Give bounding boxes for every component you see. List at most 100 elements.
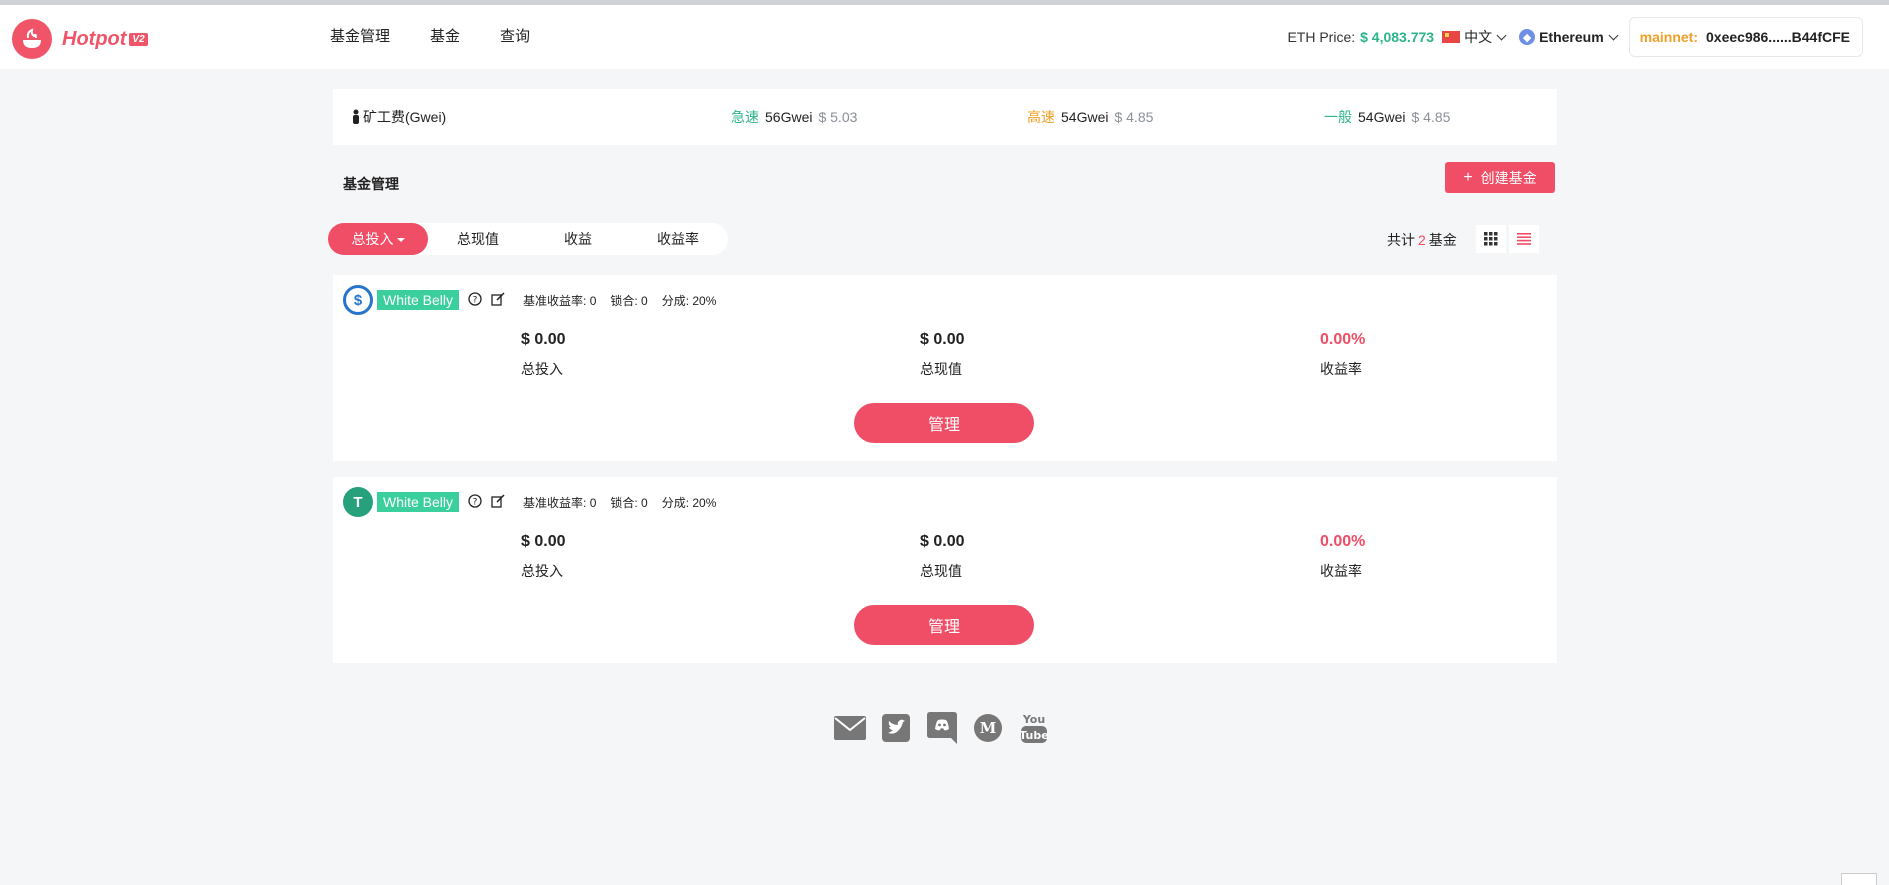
stat-label: 总投入 [521,563,563,579]
stat-value: $ 0.00 [920,533,965,550]
mail-icon[interactable] [834,712,866,744]
create-fund-button[interactable]: + 创建基金 [1445,162,1555,193]
chevron-down-icon [1496,30,1507,40]
stat-total-invest: $ 0.00 总投入 [521,533,641,581]
fund-benchmark: 基准收益率: 0 [523,495,597,510]
stat-value: $ 0.00 [521,331,566,348]
header-right: ETH Price: $ 4,083.773 中文 ◆ Ethereum mai… [1287,16,1863,58]
stat-yield: 0.00% 收益率 [1320,533,1440,581]
logo-version-badge: V2 [129,32,148,46]
list-icon [1517,233,1531,245]
account-button[interactable]: mainnet: 0xeec986......B44fCFE [1628,17,1863,57]
youtube-icon[interactable]: You Tube [1018,712,1050,744]
logo-text: Hotpot [62,27,127,50]
network-selector[interactable]: ◆ Ethereum [1519,29,1619,45]
fund-name: White Belly [377,492,460,512]
fund-name: White Belly [377,290,460,310]
fund-count-prefix: 共计 [1387,232,1415,248]
fund-card-header: $ White Belly ? 基准收益率: 0 锁合: 0 分成: 20% [343,285,716,315]
fund-meta: 基准收益率: 0 锁合: 0 分成: 20% [523,292,716,309]
language-selector[interactable]: 中文 [1464,27,1507,47]
gas-fast: 急速 56Gwei $ 5.03 [731,107,857,127]
stat-label: 收益率 [1320,361,1362,377]
gas-title-text: 矿工费(Gwei) [363,109,447,125]
sort-tab-total-value[interactable]: 总现值 [428,223,528,255]
fund-benchmark: 基准收益率: 0 [523,293,597,308]
gas-fast-usd: $ 5.03 [818,109,858,125]
stat-value: $ 0.00 [521,533,566,550]
stat-label: 收益率 [1320,563,1362,579]
gas-fast-label: 急速 [731,109,759,125]
usdt-icon: T [343,487,373,517]
grid-view-button[interactable] [1476,225,1506,253]
caret-down-icon [396,238,405,243]
medium-icon[interactable]: M [972,712,1004,744]
gas-high-label: 高速 [1027,109,1055,125]
eth-price-label: ETH Price: [1287,29,1356,45]
stat-value: 0.00% [1320,331,1366,348]
list-view-button[interactable] [1509,225,1539,253]
fund-count-suffix: 基金 [1428,232,1457,248]
sort-tabs: 总投入 总现值 收益 收益率 [328,223,728,255]
nav-item-fund[interactable]: 基金 [430,25,460,46]
sort-tab-label: 总投入 [351,231,394,247]
gas-normal: 一般 54Gwei $ 4.85 [1324,107,1450,127]
fund-count-value: 2 [1418,232,1426,248]
fund-card: T White Belly ? 基准收益率: 0 锁合: 0 分成: 20% $… [333,477,1557,663]
page-title: 基金管理 [343,176,399,192]
fund-lock: 锁合: 0 [610,293,648,308]
fund-lock: 锁合: 0 [610,495,648,510]
stat-value: $ 0.00 [920,331,965,348]
fund-split: 分成: 20% [661,495,717,510]
plus-icon: + [1463,168,1473,186]
svg-text:?: ? [473,295,478,305]
stat-label: 总现值 [920,361,962,377]
stat-yield: 0.00% 收益率 [1320,331,1440,379]
china-flag-icon [1442,31,1461,43]
discord-icon[interactable] [926,712,958,744]
sort-tab-yield[interactable]: 收益率 [628,223,728,255]
sort-tab-profit[interactable]: 收益 [528,223,628,255]
stat-total-value: $ 0.00 总现值 [920,331,1040,379]
logo[interactable]: Hotpot V2 [12,19,148,59]
usdc-icon: $ [343,285,373,315]
stat-value: 0.00% [1320,533,1366,550]
svg-text:?: ? [473,497,478,507]
gas-normal-usd: $ 4.85 [1411,109,1451,125]
manage-button[interactable]: 管理 [854,605,1034,645]
account-address: 0xeec986......B44fCFE [1706,29,1850,45]
corner-widget[interactable] [1841,873,1877,885]
stat-total-invest: $ 0.00 总投入 [521,331,641,379]
svg-text:M: M [980,719,997,737]
fund-count: 共计 2 基金 [1387,230,1457,250]
svg-text:Tube: Tube [1019,729,1048,742]
edit-icon[interactable] [491,493,505,511]
fund-card-header: T White Belly ? 基准收益率: 0 锁合: 0 分成: 20% [343,487,716,517]
edit-icon[interactable] [491,291,505,309]
help-icon[interactable]: ? [468,493,482,511]
main-nav: 基金管理 基金 查询 [330,25,530,46]
nav-item-query[interactable]: 查询 [500,25,530,46]
help-icon[interactable]: ? [468,291,482,309]
grid-icon [1484,232,1498,246]
manage-button[interactable]: 管理 [854,403,1034,443]
header: Hotpot V2 基金管理 基金 查询 ETH Price: $ 4,083.… [0,5,1889,69]
account-network: mainnet: [1639,29,1699,45]
fund-card: $ White Belly ? 基准收益率: 0 锁合: 0 分成: 20% $… [333,275,1557,461]
gas-normal-gwei: 54Gwei [1358,109,1406,125]
network-label: Ethereum [1539,29,1604,45]
language-label: 中文 [1464,29,1493,45]
chevron-down-icon [1608,30,1619,40]
stat-total-value: $ 0.00 总现值 [920,533,1040,581]
miner-icon [353,109,359,124]
gas-high-gwei: 54Gwei [1061,109,1109,125]
gas-normal-label: 一般 [1324,109,1352,125]
gas-high: 高速 54Gwei $ 4.85 [1027,107,1153,127]
sort-tab-total-invest[interactable]: 总投入 [328,223,428,255]
nav-item-fund-management[interactable]: 基金管理 [330,25,390,46]
fund-split: 分成: 20% [661,293,717,308]
svg-text:You: You [1022,713,1045,726]
ethereum-icon: ◆ [1519,29,1536,45]
twitter-icon[interactable] [880,712,912,744]
gas-fast-gwei: 56Gwei [765,109,813,125]
